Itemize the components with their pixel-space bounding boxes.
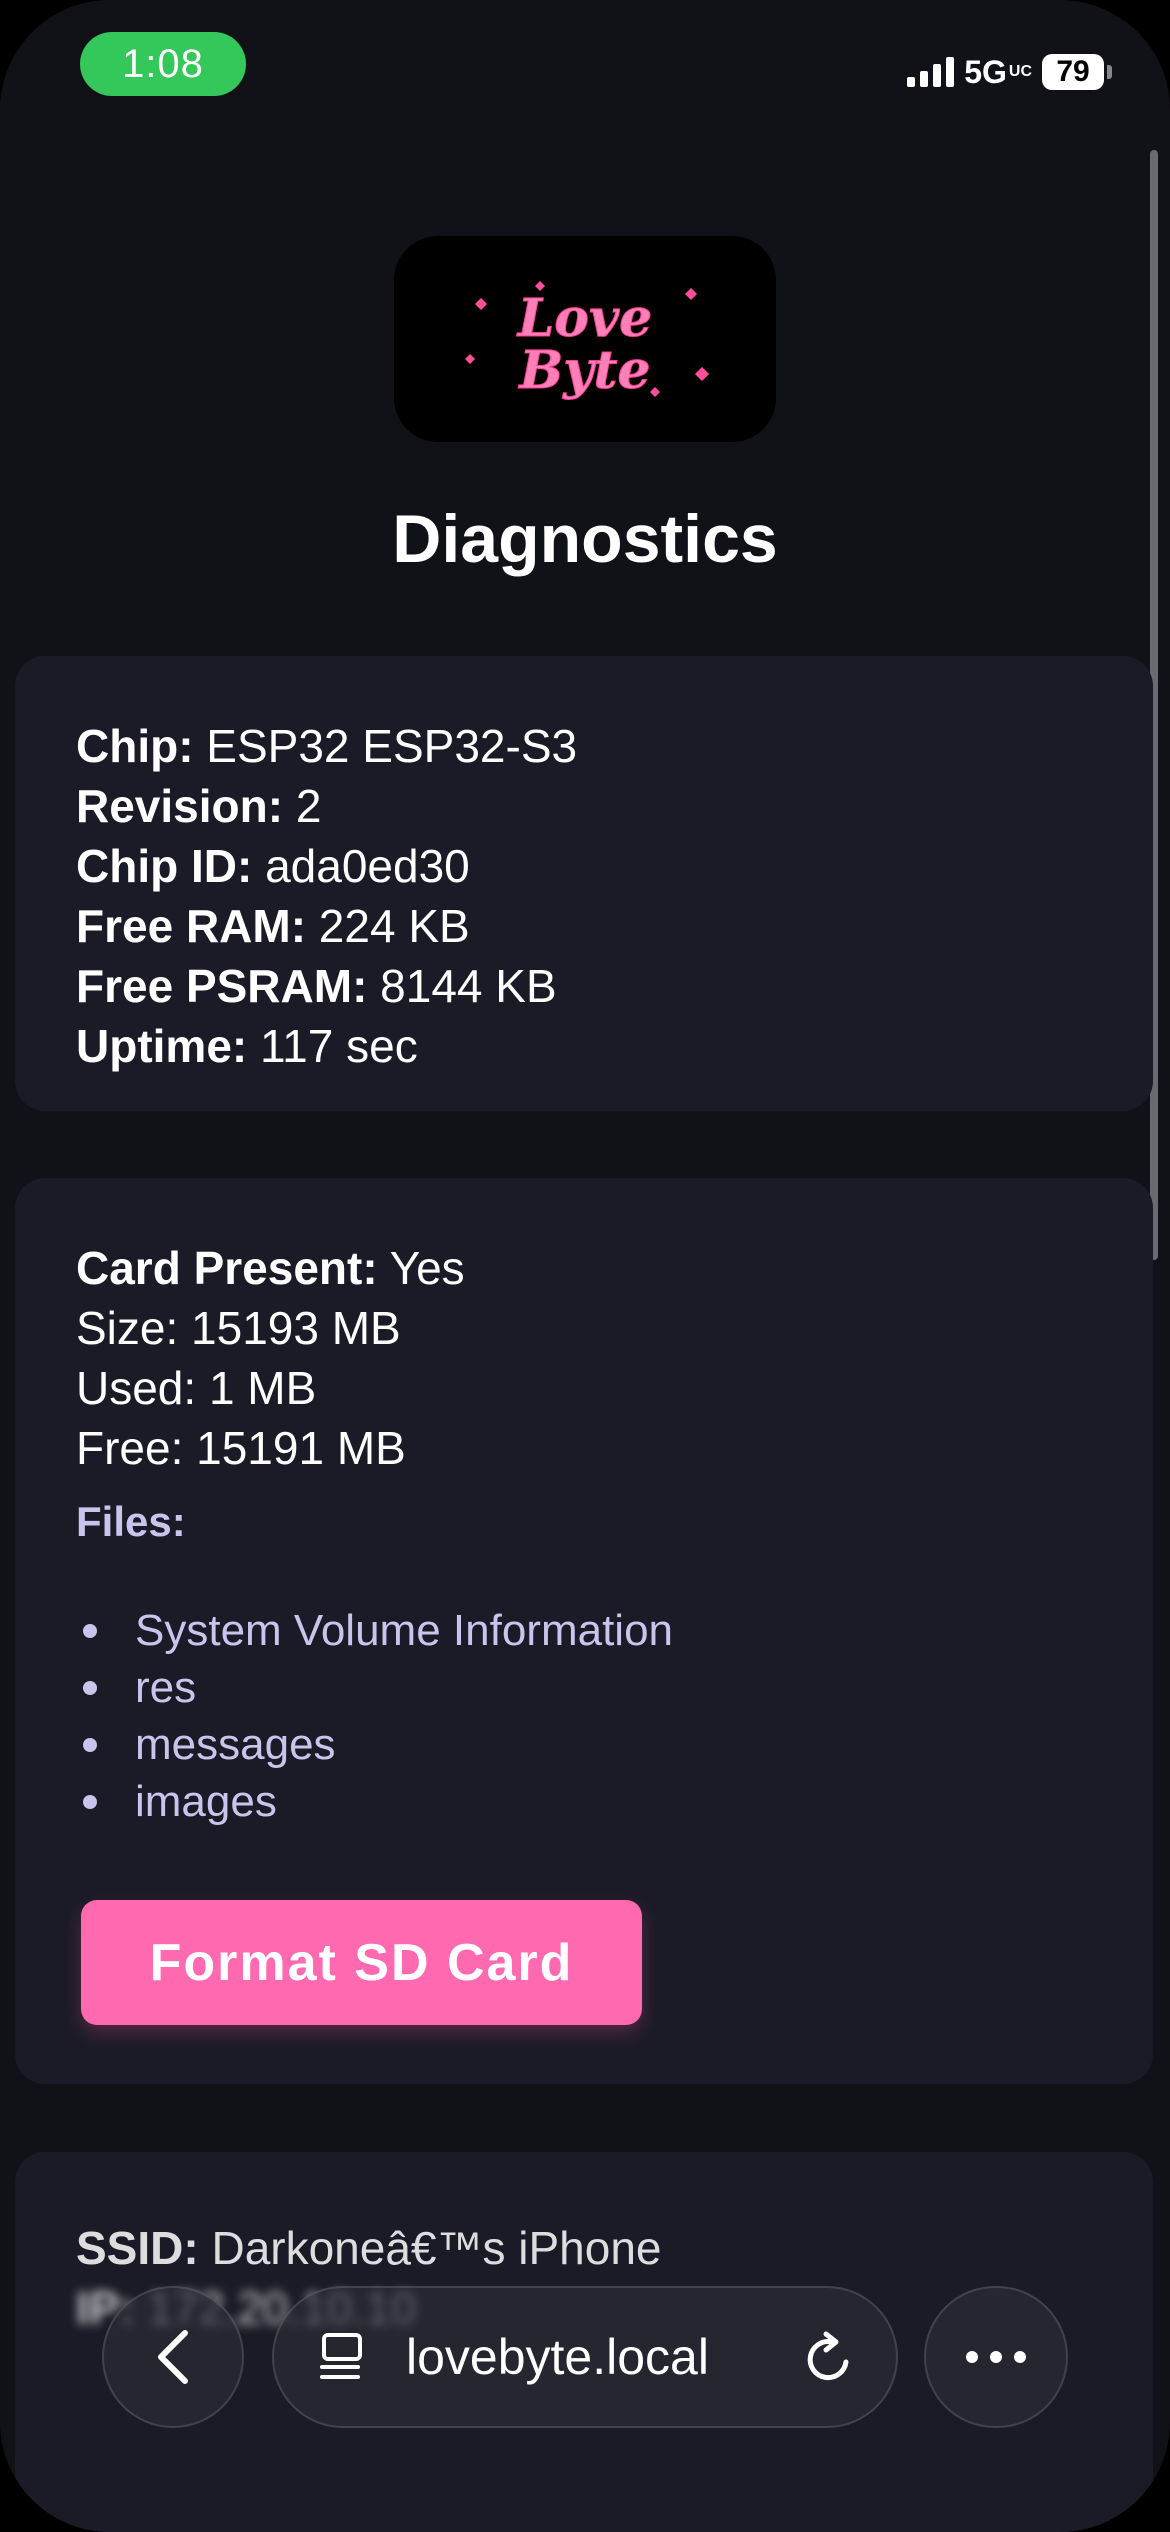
free-ram-row: Free RAM: 224 KB bbox=[76, 900, 470, 952]
card-present-row: Card Present: Yes bbox=[76, 1242, 465, 1294]
revision-row: Revision: 2 bbox=[76, 780, 322, 832]
chip-info-card: Chip: ESP32 ESP32-S3 Revision: 2 Chip ID… bbox=[15, 656, 1153, 1111]
used-row: Used: 1 MB bbox=[76, 1362, 317, 1414]
size-row: Size: 15193 MB bbox=[76, 1302, 401, 1354]
chip-info-list: Chip: ESP32 ESP32-S3 Revision: 2 Chip ID… bbox=[76, 716, 577, 1076]
tab-overview-icon[interactable] bbox=[318, 2331, 366, 2383]
network-indicator: 5G UC bbox=[964, 54, 1032, 91]
signal-icon bbox=[907, 57, 955, 87]
chevron-left-icon bbox=[158, 2330, 188, 2384]
phone-screen: 1:08 5G UC 79 Love Byte Diagnostics Chip… bbox=[0, 0, 1170, 2532]
sd-card-info: Card Present: Yes Size: 15193 MB Used: 1… bbox=[76, 1238, 465, 1546]
battery-icon: 79 bbox=[1042, 54, 1104, 90]
back-button[interactable] bbox=[102, 2286, 244, 2428]
reload-icon[interactable] bbox=[802, 2328, 858, 2388]
chip-row: Chip: ESP32 ESP32-S3 bbox=[76, 720, 578, 772]
battery-level: 79 bbox=[1056, 55, 1090, 88]
file-item: messages bbox=[15, 1716, 673, 1773]
free-psram-row: Free PSRAM: 8144 KB bbox=[76, 960, 557, 1012]
address-bar[interactable]: lovebyte.local bbox=[272, 2286, 898, 2428]
battery-cap bbox=[1107, 65, 1112, 79]
file-list: System Volume Information res messages i… bbox=[15, 1602, 673, 1830]
more-button[interactable] bbox=[924, 2286, 1068, 2428]
status-indicators: 5G UC 79 bbox=[907, 50, 1112, 94]
logo-heart-icon: Love Byte bbox=[465, 281, 709, 402]
file-item: images bbox=[15, 1773, 673, 1830]
format-sd-card-button[interactable]: Format SD Card bbox=[81, 1900, 642, 2025]
free-row: Free: 15191 MB bbox=[76, 1422, 406, 1474]
uptime-row: Uptime: 117 sec bbox=[76, 1020, 418, 1072]
file-item: res bbox=[15, 1659, 673, 1716]
file-item: System Volume Information bbox=[15, 1602, 673, 1659]
network-label: 5G bbox=[964, 53, 1007, 90]
page-title: Diagnostics bbox=[392, 501, 778, 577]
logo-text-byte: Byte bbox=[517, 340, 650, 401]
status-time: 1:08 bbox=[80, 32, 246, 96]
ellipsis-icon bbox=[966, 2351, 1026, 2363]
ssid-row: SSID: Darkoneâ€™s iPhone bbox=[76, 2222, 662, 2274]
url-text[interactable]: lovebyte.local bbox=[406, 2328, 709, 2386]
network-suffix: UC bbox=[1008, 63, 1032, 80]
chip-id-row: Chip ID: ada0ed30 bbox=[76, 840, 470, 892]
files-title: Files: bbox=[76, 1498, 186, 1545]
lovebyte-logo: Love Byte bbox=[394, 236, 776, 442]
